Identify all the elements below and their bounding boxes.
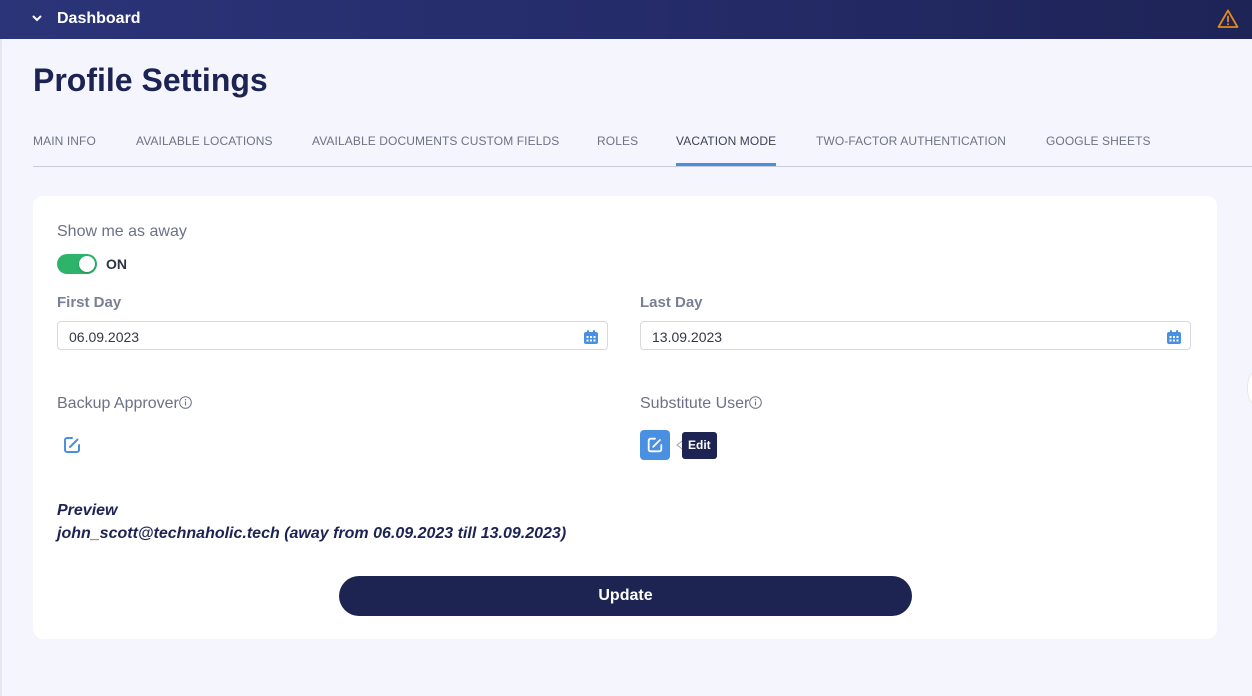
preview-text: john_scott@technaholic.tech (away from 0… (57, 525, 567, 542)
tab-roles[interactable]: ROLES (597, 134, 638, 148)
dashboard-title[interactable]: Dashboard (57, 10, 141, 28)
vacation-mode-card: Show me as away ON First Day 06.09.2023 … (33, 196, 1217, 639)
top-bar: Dashboard ⋮ (0, 0, 1252, 39)
edit-substitute-user-button[interactable] (640, 430, 670, 460)
update-button[interactable]: Update (339, 576, 912, 616)
toggle-state-label: ON (106, 256, 127, 272)
tab-main-info[interactable]: MAIN INFO (33, 134, 96, 148)
substitute-user-label: Substitute User (640, 395, 750, 412)
tab-available-documents-custom-fields[interactable]: AVAILABLE DOCUMENTS CUSTOM FIELDS (312, 134, 559, 148)
toggle-knob (79, 256, 95, 272)
away-toggle[interactable] (57, 254, 97, 274)
first-day-value: 06.09.2023 (69, 329, 140, 345)
tab-google-sheets[interactable]: GOOGLE SHEETS (1046, 134, 1151, 148)
last-day-value: 13.09.2023 (652, 329, 723, 345)
show-away-label: Show me as away (57, 223, 187, 240)
active-tab-indicator (676, 163, 776, 166)
edit-backup-approver-icon[interactable] (62, 435, 82, 455)
chevron-down-icon[interactable] (30, 11, 44, 25)
edit-icon (647, 437, 663, 453)
tab-available-locations[interactable]: AVAILABLE LOCATIONS (136, 134, 273, 148)
last-day-input[interactable]: 13.09.2023 (640, 321, 1191, 350)
edit-tooltip: Edit (682, 432, 717, 459)
substitute-user-heading: Substitute User (640, 395, 763, 413)
tab-vacation-mode[interactable]: VACATION MODE (676, 134, 776, 148)
first-day-label: First Day (57, 294, 122, 311)
side-panel-handle[interactable] (1247, 372, 1252, 404)
warning-icon[interactable] (1217, 8, 1239, 30)
info-icon[interactable] (749, 396, 763, 409)
backup-approver-heading: Backup Approver (57, 395, 192, 413)
first-day-input[interactable]: 06.09.2023 (57, 321, 608, 350)
backup-approver-label: Backup Approver (57, 395, 179, 412)
more-icon[interactable]: ⋮ (1246, 9, 1252, 29)
last-day-label: Last Day (640, 294, 703, 311)
page-title: Profile Settings (33, 62, 268, 98)
settings-tabs: MAIN INFO AVAILABLE LOCATIONS AVAILABLE … (33, 120, 1252, 167)
left-edge (0, 0, 2, 696)
info-icon[interactable] (179, 396, 192, 409)
tab-two-factor-authentication[interactable]: TWO-FACTOR AUTHENTICATION (816, 134, 1006, 148)
calendar-icon[interactable] (583, 329, 599, 345)
preview-title: Preview (57, 502, 118, 519)
calendar-icon[interactable] (1166, 329, 1182, 345)
